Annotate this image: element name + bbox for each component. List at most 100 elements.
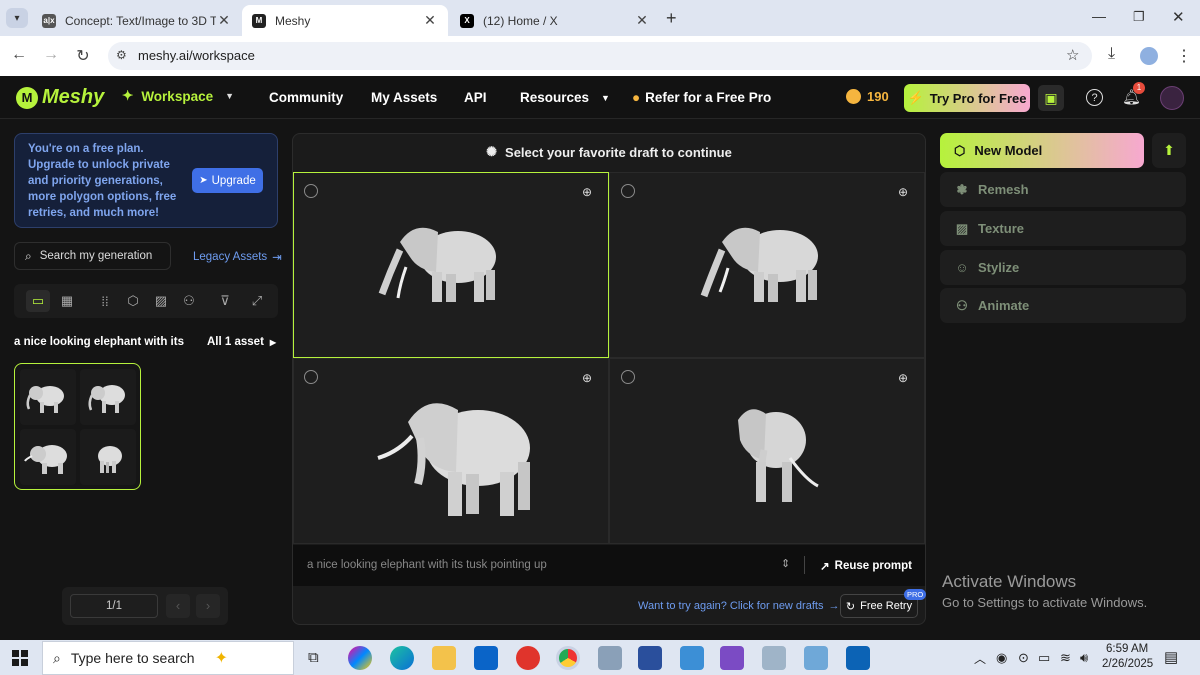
try-pro-button[interactable]: ⚡ Try Pro for Free (904, 84, 1030, 112)
notifications-icon[interactable]: ▤ (1164, 648, 1178, 666)
dots-grid-icon[interactable]: ⁞⁞ (93, 290, 117, 312)
grid-filter-icon[interactable]: ▦ (55, 290, 79, 312)
animate-button[interactable]: ⚇ Animate (940, 288, 1186, 323)
next-page-icon[interactable]: › (196, 594, 220, 618)
nav-resources[interactable]: Resources ▼ (520, 90, 610, 105)
copilot-icon[interactable] (348, 646, 372, 670)
credits-indicator[interactable]: 190 (846, 89, 889, 104)
browser-tab-x[interactable]: X (12) Home / X ✕ (450, 5, 660, 36)
nav-refer[interactable]: ● Refer for a Free Pro (632, 90, 771, 105)
nav-api[interactable]: API (464, 90, 487, 105)
texture-icon: ▨ (955, 220, 969, 236)
x-favicon-icon: X (460, 13, 474, 28)
zoom-in-icon[interactable]: ⊕ (582, 371, 592, 385)
workspace-dropdown[interactable]: ✦ Workspace ▼ (122, 88, 234, 104)
meet-now-icon[interactable]: ⊙ (1018, 650, 1029, 666)
try-again-link[interactable]: Want to try again? Click for new drafts … (638, 600, 839, 612)
cube-icon[interactable]: ⬡ (121, 290, 145, 312)
outlook-icon[interactable] (474, 646, 498, 670)
app-icon-generic[interactable] (598, 646, 622, 670)
file-explorer-icon[interactable] (432, 646, 456, 670)
profile-avatar[interactable] (1140, 47, 1158, 65)
close-icon[interactable]: ✕ (216, 12, 232, 29)
legacy-assets-link[interactable]: Legacy Assets ⇥ (193, 250, 282, 264)
restore-icon[interactable]: ❐ (1133, 9, 1145, 25)
texture-filter-icon[interactable]: ▨ (149, 290, 173, 312)
loading-spinner-icon: ✺ (486, 144, 498, 159)
remote-desktop-icon[interactable] (680, 646, 704, 670)
folder-filter-icon[interactable]: ▭ (26, 290, 50, 312)
select-radio[interactable] (621, 184, 635, 198)
zoom-in-icon[interactable]: ⊕ (898, 371, 908, 385)
taskbar-search-box[interactable]: ⌕ Type here to search ✦ (42, 641, 294, 675)
all-assets-link[interactable]: All 1 asset ▶ (207, 336, 276, 348)
clock-time[interactable]: 6:59 AM (1106, 643, 1148, 655)
page-indicator: 1/1 (70, 594, 158, 618)
minimize-icon[interactable]: — (1092, 8, 1106, 24)
zoom-in-icon[interactable]: ⊕ (582, 185, 592, 199)
forward-icon[interactable]: → (40, 46, 62, 64)
browser-tab-meshy[interactable]: M Meshy ✕ (242, 5, 448, 36)
task-view-icon[interactable]: ⧉ (308, 649, 319, 666)
reload-icon[interactable]: ↻ (72, 46, 94, 66)
all-assets-label: All 1 asset (207, 336, 264, 348)
tab-search-button[interactable]: ▾ (6, 8, 28, 28)
powershell-icon[interactable] (638, 646, 662, 670)
search-generation-field[interactable]: ⌕ Search my generation (14, 242, 171, 270)
volume-icon[interactable]: 🔊︎ (1080, 650, 1088, 666)
nav-community[interactable]: Community (269, 90, 343, 105)
url-text: meshy.ai/workspace (138, 48, 255, 63)
user-avatar[interactable] (1160, 86, 1184, 110)
meshy-favicon-icon: M (252, 13, 266, 28)
photos-icon[interactable] (762, 646, 786, 670)
window-close-icon[interactable]: ✕ (1172, 8, 1185, 26)
clock-date[interactable]: 2/26/2025 (1102, 658, 1153, 670)
address-bar[interactable] (108, 42, 1092, 70)
browser-tab-concept[interactable]: a|x Concept: Text/Image to 3D Tool ✕ (32, 5, 242, 36)
close-icon[interactable]: ✕ (634, 12, 650, 29)
record-icon[interactable]: ◉ (996, 650, 1007, 666)
chevron-up-icon[interactable]: ︿ (974, 650, 986, 667)
animate-filter-icon[interactable]: ⚇ (177, 290, 201, 312)
battery-icon[interactable]: ▭ (1038, 650, 1050, 666)
windows-start-icon[interactable] (12, 650, 28, 666)
media-player-icon[interactable] (846, 646, 870, 670)
back-icon[interactable]: ← (8, 46, 30, 64)
wps-icon[interactable] (516, 646, 540, 670)
site-info-icon[interactable]: ⚙ (116, 48, 127, 62)
upload-icon[interactable]: ⬆ (1152, 133, 1186, 168)
gift-icon[interactable]: ▣ (1038, 85, 1064, 111)
bookmark-star-icon[interactable]: ☆ (1066, 46, 1079, 64)
zoom-in-icon[interactable]: ⊕ (898, 185, 908, 199)
select-radio[interactable] (304, 184, 318, 198)
try-pro-label: Try Pro for Free (929, 90, 1027, 106)
chrome-icon[interactable] (556, 646, 580, 670)
coin-icon (846, 89, 861, 104)
reuse-prompt-button[interactable]: ↗ Reuse prompt (820, 559, 912, 573)
stylize-button[interactable]: ☺ Stylize (940, 250, 1186, 285)
meshy-logo-icon: M (16, 86, 38, 109)
prev-page-icon[interactable]: ‹ (166, 594, 190, 618)
expand-vertical-icon[interactable]: ⇕ (781, 557, 790, 570)
close-icon[interactable]: ✕ (422, 12, 438, 29)
texture-button[interactable]: ▨ Texture (940, 211, 1186, 246)
notification-badge: 1 (1133, 82, 1145, 94)
nav-my-assets[interactable]: My Assets (371, 90, 437, 105)
downloads-icon[interactable]: ⤓ (1108, 45, 1115, 63)
new-model-button[interactable]: ⬡ New Model (940, 133, 1144, 168)
funnel-icon[interactable]: ⊽ (213, 290, 237, 312)
expand-icon[interactable]: ⤢ (245, 290, 269, 312)
remesh-button[interactable]: ❃ Remesh (940, 172, 1186, 207)
meshy-logo[interactable]: M Meshy (16, 86, 104, 109)
help-icon[interactable]: ? (1086, 89, 1103, 106)
thumbnail-elephant-2 (80, 369, 136, 425)
select-radio[interactable] (304, 370, 318, 384)
edge-icon[interactable] (390, 646, 414, 670)
new-tab-icon[interactable]: + (666, 8, 677, 29)
upgrade-button[interactable]: ➤ Upgrade (192, 168, 263, 193)
app-icon-blue[interactable] (804, 646, 828, 670)
visual-studio-icon[interactable] (720, 646, 744, 670)
select-radio[interactable] (621, 370, 635, 384)
menu-kebab-icon[interactable]: ⋮ (1176, 46, 1192, 66)
wifi-icon[interactable]: ≋ (1060, 650, 1071, 666)
